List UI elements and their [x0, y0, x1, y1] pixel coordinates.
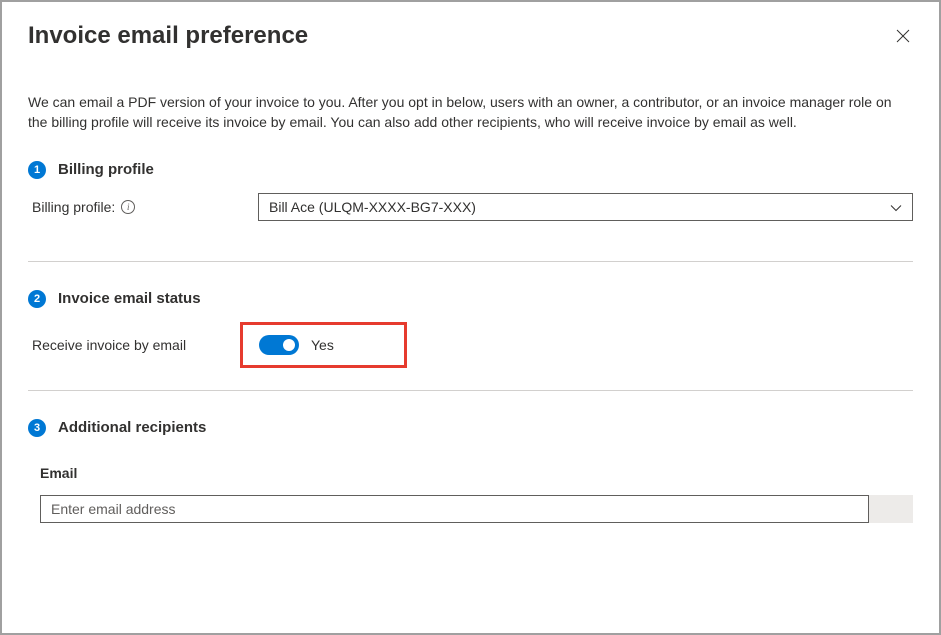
description-text: We can email a PDF version of your invoi…	[28, 92, 913, 133]
email-label: Email	[40, 465, 913, 481]
toggle-highlight-box: Yes	[240, 322, 407, 368]
chevron-down-icon	[890, 199, 902, 215]
toggle-state-text: Yes	[311, 337, 334, 353]
email-action-area[interactable]	[869, 495, 913, 523]
step-badge-2: 2	[28, 290, 46, 308]
billing-profile-label: Billing profile:	[32, 199, 115, 215]
additional-recipients-title: Additional recipients	[58, 419, 206, 436]
email-input[interactable]	[40, 495, 869, 523]
receive-invoice-toggle[interactable]	[259, 335, 299, 355]
billing-profile-title: Billing profile	[58, 161, 154, 178]
billing-profile-section: 1 Billing profile Billing profile: i Bil…	[28, 161, 913, 221]
additional-recipients-section: 3 Additional recipients Email	[28, 419, 913, 523]
invoice-email-status-title: Invoice email status	[58, 290, 201, 307]
step-badge-1: 1	[28, 161, 46, 179]
close-button[interactable]	[893, 26, 913, 46]
billing-profile-select[interactable]: Bill Ace (ULQM-XXXX-BG7-XXX)	[258, 193, 913, 221]
close-icon	[896, 29, 910, 43]
toggle-knob	[283, 339, 295, 351]
page-title: Invoice email preference	[28, 22, 308, 50]
step-badge-3: 3	[28, 419, 46, 437]
info-icon[interactable]: i	[121, 200, 135, 214]
divider	[28, 261, 913, 262]
invoice-email-status-section: 2 Invoice email status Receive invoice b…	[28, 290, 913, 368]
receive-invoice-label: Receive invoice by email	[28, 337, 240, 353]
billing-profile-selected-value: Bill Ace (ULQM-XXXX-BG7-XXX)	[269, 199, 476, 215]
divider	[28, 390, 913, 391]
